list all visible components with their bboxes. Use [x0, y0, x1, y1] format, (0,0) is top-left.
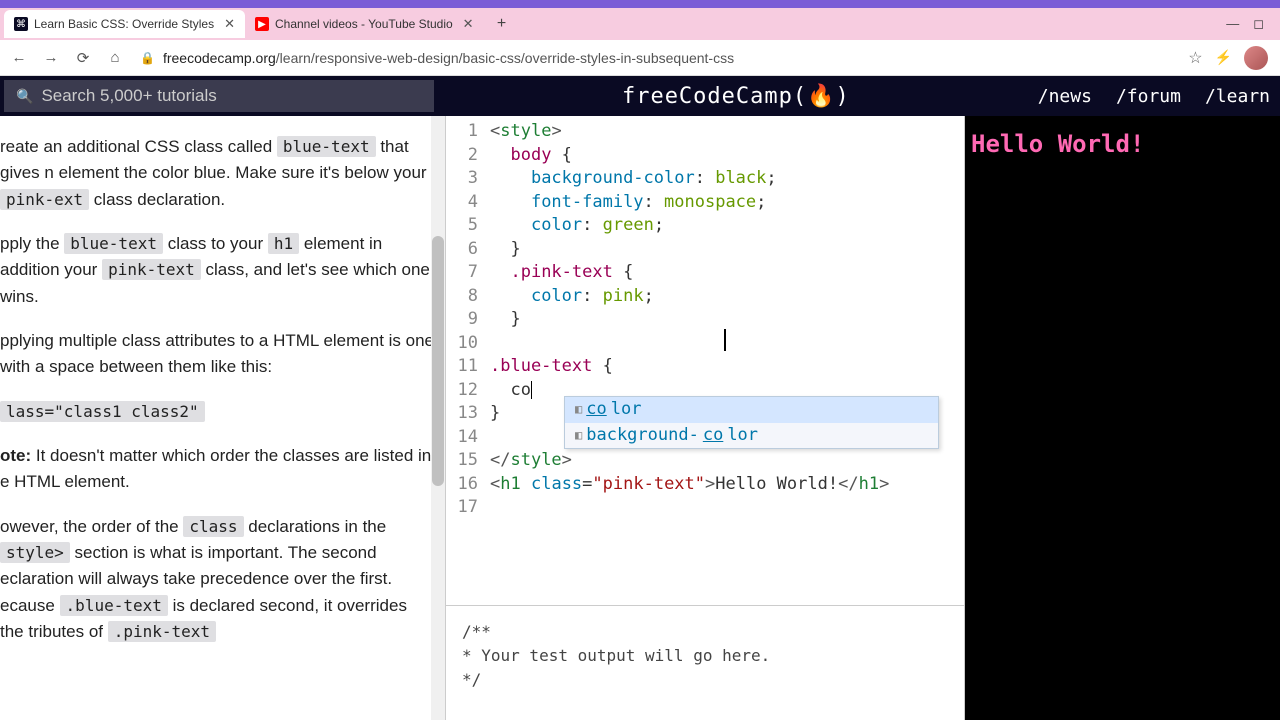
extension-icon[interactable]: ⚡ [1215, 49, 1232, 66]
browser-tab-2[interactable]: ▶ Channel videos - YouTube Studio ✕ [245, 10, 484, 38]
new-tab-button[interactable]: + [490, 12, 514, 36]
text-cursor-icon [724, 329, 726, 351]
nav-learn[interactable]: /learn [1205, 86, 1270, 107]
nav-news[interactable]: /news [1038, 86, 1092, 107]
browser-tab-1[interactable]: ⌘ Learn Basic CSS: Override Styles ✕ [4, 10, 245, 38]
search-icon: 🔍 [16, 88, 33, 105]
tab-title: Learn Basic CSS: Override Styles [34, 17, 214, 31]
reload-icon[interactable]: ⟳ [72, 47, 94, 69]
fcc-favicon-icon: ⌘ [14, 17, 28, 31]
home-icon[interactable]: ⌂ [104, 47, 126, 69]
code-content[interactable]: <style> body { background-color: black; … [490, 120, 964, 605]
property-icon: ◧ [575, 424, 582, 448]
tab-close-icon[interactable]: ✕ [224, 16, 235, 32]
maximize-icon[interactable]: ◻ [1253, 16, 1264, 32]
bookmark-star-icon[interactable]: ☆ [1188, 48, 1202, 68]
fcc-top-nav: 🔍 Search 5,000+ tutorials freeCodeCamp(🔥… [0, 76, 1280, 116]
lock-icon: 🔒 [140, 51, 155, 65]
autocomplete-item[interactable]: ◧ background-color [565, 423, 938, 449]
url-field[interactable]: 🔒 freecodecamp.org/learn/responsive-web-… [136, 50, 1178, 66]
property-icon: ◧ [575, 398, 582, 422]
browser-tabbar: ⌘ Learn Basic CSS: Override Styles ✕ ▶ C… [0, 8, 1280, 40]
tab-title: Channel videos - YouTube Studio [275, 17, 453, 31]
instructions-panel: reate an additional CSS class called blu… [0, 116, 445, 720]
minimize-icon[interactable]: — [1226, 16, 1239, 32]
search-input[interactable]: 🔍 Search 5,000+ tutorials [4, 80, 434, 112]
code-editor[interactable]: 1234567891011121314151617 <style> body {… [446, 116, 964, 605]
window-titlebar [0, 0, 1280, 8]
fcc-logo[interactable]: freeCodeCamp(🔥) [434, 84, 1038, 109]
preview-heading: Hello World! [971, 130, 1144, 158]
autocomplete-popup[interactable]: ◧ color ◧ background-color [564, 396, 939, 449]
profile-avatar[interactable] [1244, 46, 1268, 70]
instructions-scrollbar[interactable] [431, 116, 445, 720]
youtube-favicon-icon: ▶ [255, 17, 269, 31]
tab-close-icon[interactable]: ✕ [463, 16, 474, 32]
forward-icon[interactable]: → [40, 47, 62, 69]
preview-panel: Hello World! [965, 116, 1280, 720]
autocomplete-item[interactable]: ◧ color [565, 397, 938, 423]
scrollbar-thumb[interactable] [432, 236, 444, 486]
browser-address-bar: ← → ⟳ ⌂ 🔒 freecodecamp.org/learn/respons… [0, 40, 1280, 76]
line-gutter: 1234567891011121314151617 [446, 120, 490, 605]
nav-forum[interactable]: /forum [1116, 86, 1181, 107]
back-icon[interactable]: ← [8, 47, 30, 69]
test-output-console: /** * Your test output will go here. */ [446, 605, 964, 720]
